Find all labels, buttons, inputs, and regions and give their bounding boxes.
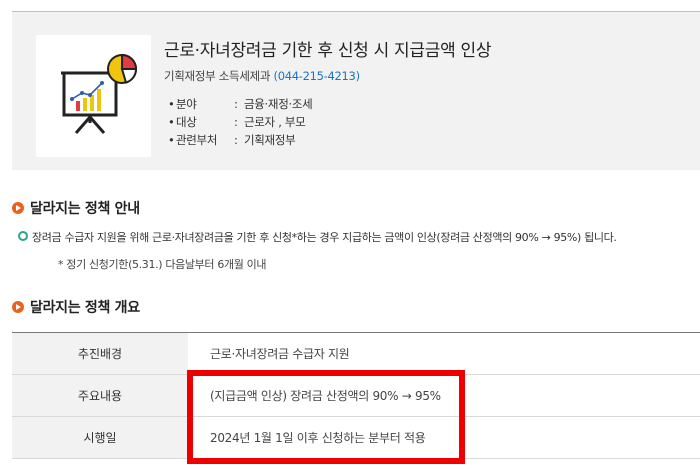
row-label: 시행일 bbox=[12, 417, 188, 458]
meta-colon: : bbox=[234, 97, 238, 111]
table-row: 추진배경 근로·자녀장려금 수급자 지원 bbox=[12, 333, 700, 375]
row-label: 주요내용 bbox=[12, 375, 188, 416]
bullet: • bbox=[168, 115, 175, 129]
meta-value: 근로자 , 부모 bbox=[244, 115, 306, 129]
department-contact: 기획재정부 소득세제과 (044-215-4213) bbox=[164, 68, 360, 84]
guide-footnote: * 정기 신청기한(5.31.) 다음날부터 6개월 이내 bbox=[58, 258, 267, 271]
meta-colon: : bbox=[234, 133, 238, 147]
meta-row-field: • 분야: 금융·재정·조세 bbox=[168, 96, 313, 112]
row-label: 추진배경 bbox=[12, 333, 188, 374]
arrow-circle-icon bbox=[12, 301, 24, 313]
section-heading-text: 달라지는 정책 개요 bbox=[30, 300, 140, 316]
bullet: • bbox=[168, 97, 175, 111]
section-heading-text: 달라지는 정책 안내 bbox=[30, 201, 140, 217]
circle-bullet-icon bbox=[18, 231, 28, 241]
meta-value: 기획재정부 bbox=[244, 133, 296, 147]
meta-key: 관련부처 bbox=[176, 133, 218, 147]
bullet: • bbox=[168, 133, 175, 147]
meta-key: 대상 bbox=[176, 115, 197, 129]
arrow-circle-icon bbox=[12, 202, 24, 214]
section-heading-guide: 달라지는 정책 안내 bbox=[12, 198, 140, 218]
meta-value: 금융·재정·조세 bbox=[244, 97, 313, 111]
row-value: 근로·자녀장려금 수급자 지원 bbox=[210, 347, 350, 361]
meta-colon: : bbox=[234, 115, 238, 129]
section-heading-overview: 달라지는 정책 개요 bbox=[12, 297, 140, 317]
phone-link[interactable]: (044-215-4213) bbox=[274, 69, 361, 83]
guide-description-text: 장려금 수급자 지원을 위해 근로·자녀장려금을 기한 후 신청*하는 경우 지… bbox=[32, 231, 617, 244]
guide-description: 장려금 수급자 지원을 위해 근로·자녀장려금을 기한 후 신청*하는 경우 지… bbox=[18, 229, 617, 245]
page-title: 근로·자녀장려금 기한 후 신청 시 지급금액 인상 bbox=[164, 41, 492, 61]
presentation-chart-icon bbox=[36, 35, 151, 157]
meta-row-ministry: • 관련부처: 기획재정부 bbox=[168, 132, 296, 148]
meta-key: 분야 bbox=[176, 97, 197, 111]
meta-row-target: • 대상: 근로자 , 부모 bbox=[168, 114, 306, 130]
highlight-box bbox=[187, 370, 465, 464]
department-name: 기획재정부 소득세제과 bbox=[164, 69, 271, 83]
